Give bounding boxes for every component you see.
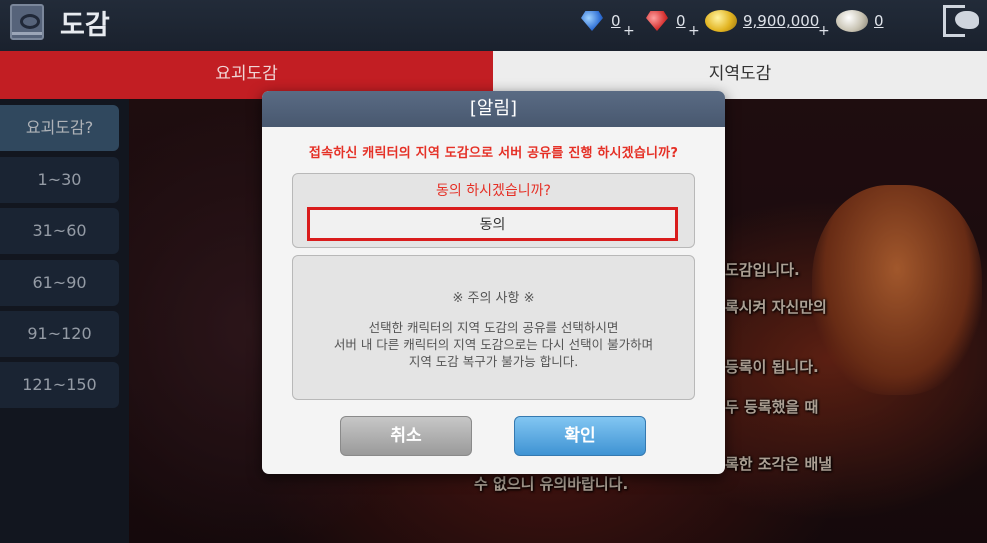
agreement-box: 동의 하시겠습니까? [292, 173, 695, 248]
red-gem-icon [646, 11, 668, 31]
notice-dialog: [알림] 접속하신 캐릭터의 지역 도감으로 서버 공유를 진행 하시겠습니까?… [262, 91, 725, 474]
red-gem-count: 0 [676, 12, 686, 30]
book-eye-icon [10, 4, 44, 40]
red-gem-currency[interactable]: 0 + [646, 7, 700, 39]
silver-currency[interactable]: 0 [836, 7, 888, 37]
caution-box: ※ 주의 사항 ※ 선택한 캐릭터의 지역 도감의 공유를 선택하시면 서버 내… [292, 255, 695, 400]
caution-line: 지역 도감 복구가 불가능 합니다. [408, 354, 579, 369]
cancel-button[interactable]: 취소 [340, 416, 472, 456]
gold-count: 9,900,000 [743, 12, 820, 30]
blue-gem-currency[interactable]: 0 + [581, 7, 635, 39]
caution-title: ※ 주의 사항 ※ [452, 291, 535, 306]
caution-text: 선택한 캐릭터의 지역 도감의 공유를 선택하시면 서버 내 다른 캐릭터의 지… [293, 319, 694, 370]
dialog-title: [알림] [262, 91, 725, 127]
top-bar: 도감 0 + 0 + 9,900,000 + 0 [0, 0, 987, 51]
exit-door-icon[interactable] [941, 5, 981, 39]
plus-icon[interactable]: + [818, 23, 830, 39]
plus-icon[interactable]: + [688, 23, 700, 39]
blue-gem-count: 0 [611, 12, 621, 30]
gold-coin-icon [705, 10, 737, 32]
gold-currency[interactable]: 9,900,000 + [705, 7, 830, 39]
confirm-button[interactable]: 확인 [514, 416, 646, 456]
page-title: 도감 [60, 10, 110, 41]
silver-coin-icon [836, 10, 868, 32]
silver-count: 0 [874, 12, 884, 30]
caution-line: 선택한 캐릭터의 지역 도감의 공유를 선택하시면 [368, 320, 619, 335]
dialog-question: 접속하신 캐릭터의 지역 도감으로 서버 공유를 진행 하시겠습니까? [308, 146, 679, 161]
agreement-prompt: 동의 하시겠습니까? [436, 183, 551, 199]
plus-icon[interactable]: + [623, 23, 635, 39]
agreement-input[interactable] [307, 207, 678, 241]
blue-gem-icon [581, 11, 603, 31]
caution-line: 서버 내 다른 캐릭터의 지역 도감으로는 다시 선택이 불가하며 [333, 337, 654, 352]
